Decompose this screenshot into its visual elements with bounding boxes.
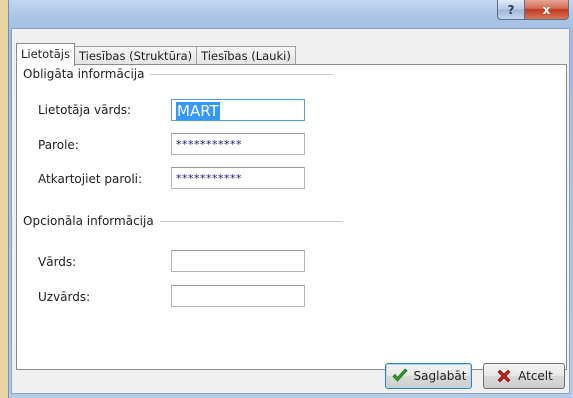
first-name-input[interactable] [171,250,305,272]
last-name-input[interactable] [171,285,305,307]
close-icon: x [542,2,551,17]
username-value: MART [176,102,220,120]
dialog-window: ? x Lietotājs Tiesības (Struktūra) Tiesī… [8,0,573,398]
repeat-password-value: *********** [176,172,242,185]
dialog-client: Lietotājs Tiesības (Struktūra) Tiesības … [11,28,570,394]
username-label: Lietotāja vārds: [38,103,132,117]
tab-rights-fields[interactable]: Tiesības (Lauki) [197,46,296,66]
tab-panel-user: Obligāta informācija Lietotāja vārds: MA… [16,64,567,370]
username-input[interactable]: MART [171,99,305,121]
repeat-password-input[interactable]: *********** [171,167,305,189]
required-group-title: Obligāta informācija [23,67,151,81]
repeat-password-label: Atkartojiet paroli: [38,172,143,186]
checkmark-icon [391,368,408,382]
optional-group-title: Opcionāla informācija [23,214,160,228]
help-icon: ? [507,2,515,17]
password-input[interactable]: *********** [171,133,305,155]
cancel-button[interactable]: Atcelt [483,363,565,389]
save-label: Saglabāt [413,369,467,383]
help-button[interactable]: ? [497,0,525,20]
tab-strip: Lietotājs Tiesības (Struktūra) Tiesības … [16,43,296,66]
password-label: Parole: [38,138,79,152]
tab-user[interactable]: Lietotājs [16,43,75,66]
title-bar: ? x [9,0,573,28]
save-button[interactable]: Saglabāt [385,363,472,389]
x-icon [497,369,511,383]
last-name-label: Uzvārds: [38,290,91,304]
password-value: *********** [176,138,242,151]
cancel-label: Atcelt [518,369,553,383]
close-button[interactable]: x [524,0,569,20]
first-name-label: Vārds: [38,255,77,269]
tab-rights-structure[interactable]: Tiesības (Struktūra) [74,46,198,66]
